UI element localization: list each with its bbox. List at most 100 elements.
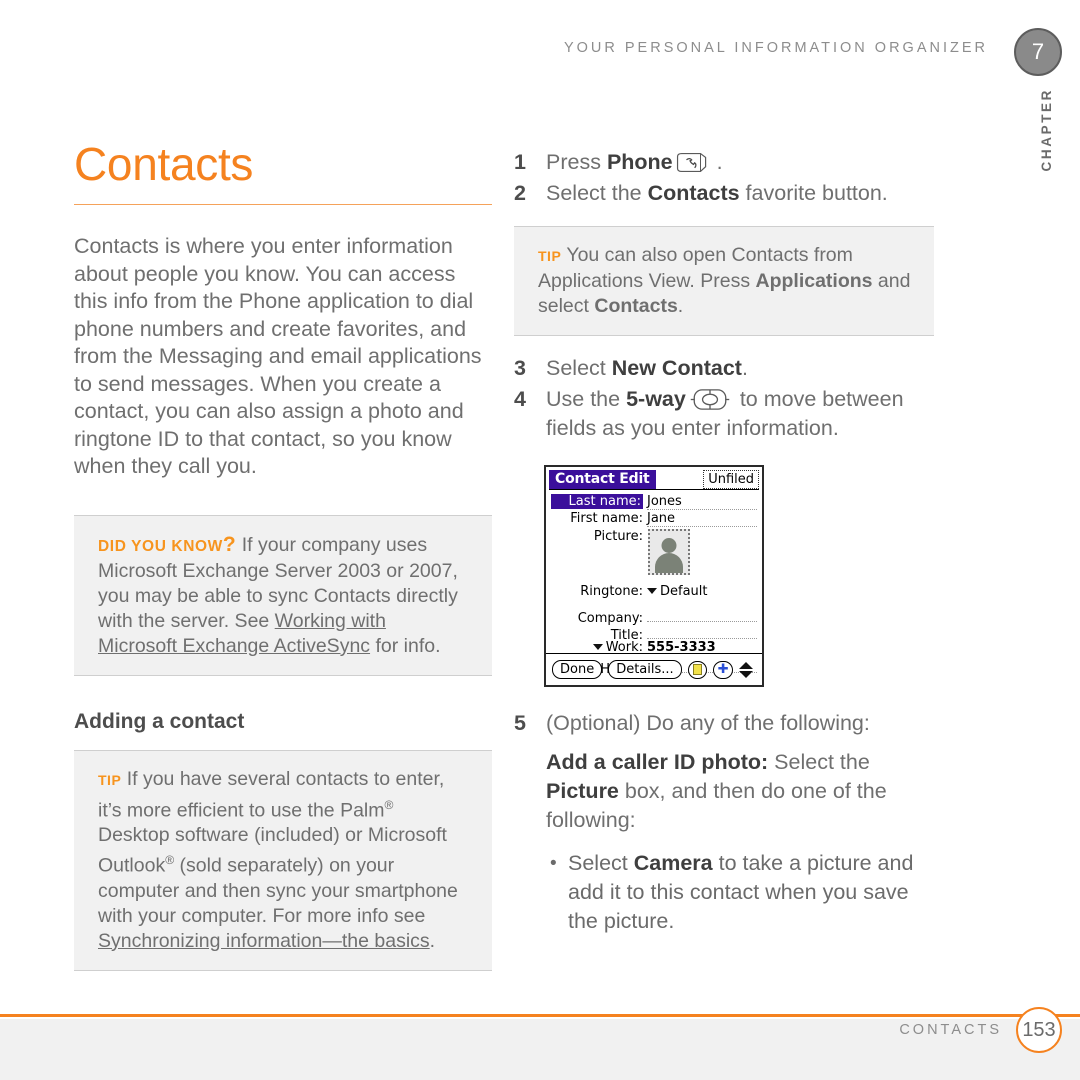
tip-left-crossref-link[interactable]: Synchronizing information—the basics bbox=[98, 930, 430, 952]
step-3-prefix: Select bbox=[546, 356, 612, 380]
did-you-know-text-after: for info. bbox=[370, 634, 441, 657]
step-2-prefix: Select the bbox=[546, 181, 648, 205]
did-you-know-marker: DID YOU KNOW? bbox=[98, 533, 236, 556]
device-screen-title: Contact Edit bbox=[549, 470, 656, 489]
device-field-last-name[interactable]: Last name: Jones bbox=[551, 494, 757, 511]
tip-right-bold-contacts: Contacts bbox=[594, 295, 678, 317]
scroll-arrows-icon[interactable] bbox=[739, 661, 756, 678]
step-3-number: 3 bbox=[514, 356, 526, 380]
five-way-navigator-icon bbox=[689, 388, 731, 411]
intro-paragraph: Contacts is where you enter information … bbox=[74, 234, 482, 479]
device-field-value-last-name[interactable]: Jones bbox=[647, 494, 757, 510]
step-1-prefix: Press bbox=[546, 150, 607, 174]
registered-mark-outlook: ® bbox=[165, 853, 175, 868]
step-1-suffix: . bbox=[710, 150, 723, 174]
did-you-know-marker-question: ? bbox=[222, 532, 237, 556]
tip-right-bold-applications: Applications bbox=[755, 270, 873, 292]
step-1-bold: Phone bbox=[606, 150, 673, 174]
bullet-dot-icon: • bbox=[550, 853, 557, 874]
page-title: Contacts bbox=[74, 138, 254, 190]
step-3-suffix: . bbox=[741, 356, 748, 380]
step-4-body: Use the 5-way to move between fields as … bbox=[546, 385, 934, 443]
bullet-camera: • Select Camera to take a picture and ad… bbox=[550, 849, 934, 936]
title-rule bbox=[74, 204, 492, 206]
step-4: 4 Use the 5-way to move between fields a… bbox=[514, 385, 934, 443]
device-field-label-first-name: First name: bbox=[570, 511, 643, 526]
step-3-body: Select New Contact. bbox=[546, 354, 934, 383]
tip-right-text-after: . bbox=[677, 295, 684, 317]
step-4-bold: 5-way bbox=[626, 387, 686, 411]
tip-marker-right: TIP bbox=[538, 248, 562, 264]
device-button-bar: Done Details... ✚ bbox=[546, 653, 762, 685]
device-field-first-name[interactable]: First name: Jane bbox=[551, 511, 757, 528]
contact-photo-placeholder-icon[interactable] bbox=[648, 529, 690, 575]
chevron-down-icon-work[interactable] bbox=[592, 644, 603, 650]
note-glyph-shape bbox=[693, 664, 702, 675]
device-field-value-first-name[interactable]: Jane bbox=[647, 511, 757, 527]
plus-icon[interactable]: ✚ bbox=[713, 660, 733, 679]
footer-section-label: CONTACTS bbox=[899, 1022, 1002, 1038]
footer-rule bbox=[0, 1014, 1080, 1017]
step-3: 3 Select New Contact. bbox=[514, 354, 934, 383]
device-field-value-company[interactable] bbox=[647, 606, 757, 622]
device-field-label-last-name: Last name: bbox=[551, 494, 643, 509]
step-3-bold: New Contact bbox=[611, 356, 742, 380]
phone-key-icon bbox=[675, 152, 709, 173]
right-column: 1 Press Phone . 2 Select the Contacts fa… bbox=[514, 148, 934, 936]
step-4-prefix: Use the bbox=[546, 387, 627, 411]
step-2-number: 2 bbox=[514, 181, 526, 205]
avatar-head-shape bbox=[661, 538, 677, 553]
step-5: 5 (Optional) Do any of the following: bbox=[514, 709, 934, 738]
bullet-camera-text: Select Camera to take a picture and add … bbox=[568, 849, 934, 936]
tip-left-text-before: If you have several contacts to enter, i… bbox=[98, 767, 445, 822]
bullet-bold-camera: Camera bbox=[633, 851, 713, 875]
device-field-value-ringtone[interactable]: Default bbox=[647, 584, 757, 600]
did-you-know-callout: DID YOU KNOW? If your company uses Micro… bbox=[74, 514, 492, 676]
device-field-ringtone[interactable]: Ringtone: Default bbox=[551, 584, 757, 601]
tip-callout-right: TIP You can also open Contacts from Appl… bbox=[514, 226, 934, 336]
note-icon[interactable] bbox=[687, 660, 708, 679]
subhead-adding-a-contact: Adding a contact bbox=[74, 709, 245, 733]
scroll-up-arrow-icon[interactable] bbox=[739, 661, 753, 669]
device-field-company[interactable]: Company: bbox=[551, 606, 757, 626]
page-header: YOUR PERSONAL INFORMATION ORGANIZER 7 bbox=[0, 28, 1080, 78]
registered-mark-palm: ® bbox=[384, 797, 394, 812]
device-field-list: Last name: Jones First name: Jane Pictur… bbox=[546, 490, 762, 677]
device-field-label-company: Company: bbox=[577, 611, 643, 626]
running-head: YOUR PERSONAL INFORMATION ORGANIZER bbox=[563, 40, 988, 56]
step-1-body: Press Phone . bbox=[546, 148, 934, 177]
optional-bold-lead: Add a caller ID photo: bbox=[546, 750, 769, 774]
step-2-bold: Contacts bbox=[647, 181, 740, 205]
optional-text-mid1: Select the bbox=[768, 750, 870, 774]
step-5-number: 5 bbox=[514, 711, 526, 735]
details-button[interactable]: Details... bbox=[608, 660, 682, 679]
device-title-bar: Contact Edit Unfiled bbox=[549, 470, 759, 490]
did-you-know-marker-text: DID YOU KNOW bbox=[98, 537, 223, 555]
step-4-number: 4 bbox=[514, 387, 526, 411]
avatar-body-shape bbox=[655, 553, 683, 573]
step-2: 2 Select the Contacts favorite button. bbox=[514, 179, 934, 208]
step-2-suffix: favorite button. bbox=[739, 181, 888, 205]
plus-glyph-shape: ✚ bbox=[717, 662, 729, 677]
scroll-down-arrow-icon[interactable] bbox=[739, 670, 753, 678]
bullet-text-before: Select bbox=[568, 851, 634, 875]
done-button[interactable]: Done bbox=[552, 660, 603, 679]
optional-add-photo-block: Add a caller ID photo: Select the Pictur… bbox=[546, 748, 934, 835]
device-field-value-title[interactable] bbox=[647, 623, 757, 639]
chevron-down-icon-ringtone[interactable] bbox=[647, 588, 657, 594]
tip-marker-left: TIP bbox=[98, 771, 122, 788]
device-field-label-picture: Picture: bbox=[593, 529, 643, 544]
device-category-selector[interactable]: Unfiled bbox=[703, 470, 759, 489]
left-column: Contacts Contacts is where you enter inf… bbox=[74, 140, 492, 971]
step-5-body: (Optional) Do any of the following: bbox=[546, 711, 870, 735]
device-screenshot-contact-edit: Contact Edit Unfiled Last name: Jones Fi… bbox=[544, 465, 764, 687]
chapter-label-vertical: CHAPTER bbox=[1039, 88, 1054, 172]
step-2-body: Select the Contacts favorite button. bbox=[546, 179, 934, 208]
device-field-label-ringtone: Ringtone: bbox=[580, 584, 643, 599]
device-field-picture[interactable]: Picture: bbox=[551, 529, 757, 575]
step-1-number: 1 bbox=[514, 150, 526, 174]
tip-left-text-after: . bbox=[429, 929, 436, 952]
optional-bold-picture: Picture bbox=[546, 779, 619, 803]
chapter-number-badge: 7 bbox=[1014, 28, 1062, 76]
device-field-value-ringtone-text: Default bbox=[660, 584, 708, 599]
